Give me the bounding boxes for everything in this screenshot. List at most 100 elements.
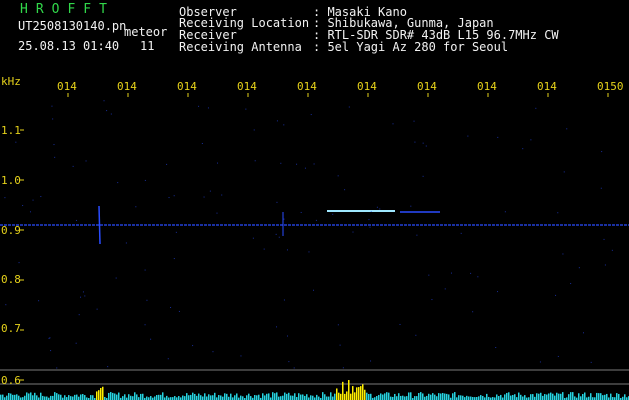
noise-point — [245, 108, 247, 110]
level-bar — [380, 393, 382, 400]
level-bar — [544, 394, 546, 400]
time-tick-label: 014 — [237, 80, 257, 93]
level-bar — [68, 395, 70, 400]
level-bar — [102, 386, 104, 400]
level-bar — [400, 395, 402, 400]
level-bar — [242, 396, 244, 400]
level-bar — [350, 393, 352, 400]
level-bar — [462, 395, 464, 400]
level-bar — [316, 394, 318, 400]
level-bar — [606, 393, 608, 400]
level-bar — [418, 393, 420, 400]
level-bar — [174, 396, 176, 400]
level-bar — [624, 394, 626, 400]
noise-point — [557, 355, 559, 357]
level-bar — [188, 395, 190, 400]
level-bar — [74, 394, 76, 400]
level-bar — [618, 393, 620, 400]
spectrogram — [0, 93, 629, 400]
level-bar — [568, 394, 570, 400]
level-bar — [514, 394, 516, 400]
level-bar — [280, 396, 282, 400]
level-bar — [226, 393, 228, 400]
noise-point — [379, 208, 381, 210]
level-bar — [396, 396, 398, 400]
level-bar — [154, 396, 156, 400]
noise-point — [135, 206, 137, 208]
noise-point — [56, 367, 58, 369]
noise-point — [15, 141, 17, 143]
level-bar — [368, 394, 370, 400]
level-bar — [224, 393, 226, 400]
noise-point — [49, 337, 51, 339]
level-bar — [440, 393, 442, 400]
level-bar — [72, 396, 74, 400]
level-bar — [122, 396, 124, 400]
noise-point — [504, 211, 506, 213]
freq-tick-label: 0.8 — [1, 273, 21, 286]
noise-point — [539, 361, 541, 363]
noise-point — [555, 294, 557, 296]
level-bar — [10, 393, 12, 400]
noise-point — [444, 288, 446, 290]
noise-point — [497, 291, 499, 293]
level-bar — [110, 392, 112, 400]
level-bar — [448, 394, 450, 400]
level-bar — [354, 392, 356, 400]
level-bar — [468, 396, 470, 400]
level-bar — [222, 396, 224, 400]
level-bar — [58, 394, 60, 400]
level-bar — [370, 393, 372, 400]
level-bar — [352, 386, 354, 400]
level-bar — [254, 395, 256, 400]
level-bar — [598, 393, 600, 400]
level-bar — [342, 381, 344, 400]
noise-point — [368, 219, 370, 221]
level-bar — [166, 395, 168, 400]
level-bar — [378, 394, 380, 400]
noise-point — [582, 332, 584, 334]
level-bar — [40, 392, 42, 400]
level-bar — [184, 396, 186, 400]
noise-point — [192, 345, 194, 347]
noise-point — [286, 249, 288, 251]
level-bar — [466, 395, 468, 400]
level-bar — [30, 392, 32, 400]
noise-point — [283, 218, 285, 220]
level-bar — [210, 395, 212, 400]
level-bar — [360, 386, 362, 400]
level-bar — [398, 393, 400, 400]
noise-point — [413, 120, 415, 122]
level-bar — [84, 395, 86, 400]
level-bar — [256, 395, 258, 400]
noise-point — [332, 213, 334, 215]
time-tick-label: 014 — [537, 80, 557, 93]
level-bar — [44, 396, 46, 400]
time-tick-label: 014 — [357, 80, 377, 93]
level-bar — [402, 395, 404, 400]
level-bar — [12, 394, 14, 400]
level-bar — [326, 396, 328, 400]
level-bar — [34, 392, 36, 400]
level-bar — [156, 395, 158, 400]
noise-point — [399, 323, 401, 325]
noise-point — [562, 253, 564, 255]
level-bar — [76, 394, 78, 400]
level-bar — [118, 392, 120, 400]
level-bar — [480, 395, 482, 400]
noise-point — [54, 156, 56, 158]
noise-point — [175, 231, 177, 233]
noise-point — [201, 143, 203, 145]
level-bar — [410, 392, 412, 400]
noise-point — [428, 274, 430, 276]
noise-point — [497, 136, 499, 138]
noise-point — [414, 141, 416, 143]
noise-point — [144, 179, 146, 181]
level-bar — [116, 394, 118, 400]
noise-point — [150, 338, 152, 340]
noise-point — [431, 299, 433, 301]
level-bar — [570, 392, 572, 400]
level-bar — [422, 393, 424, 400]
level-bar — [518, 392, 520, 400]
level-bar — [92, 395, 94, 400]
